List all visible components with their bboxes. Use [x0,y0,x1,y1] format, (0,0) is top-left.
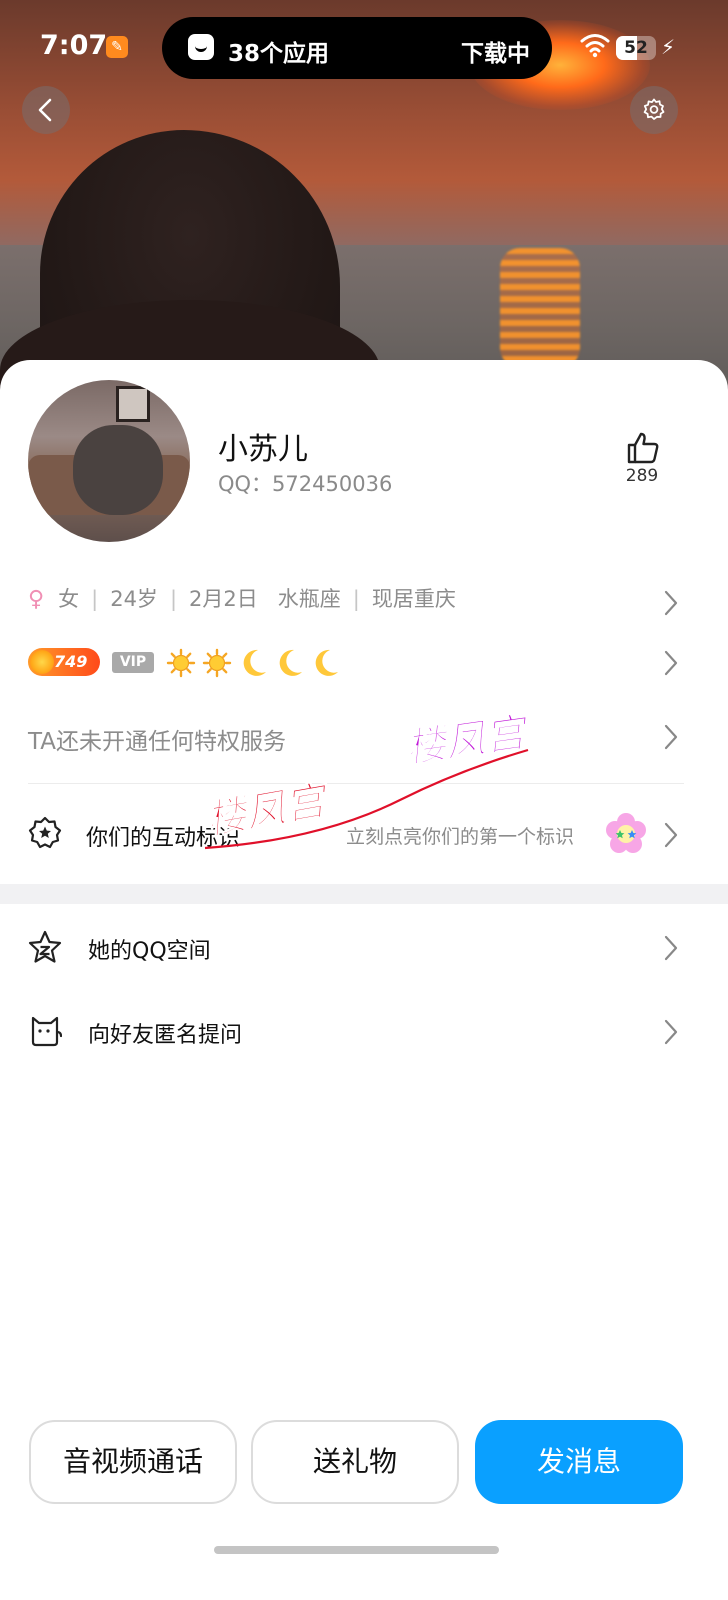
status-time: 7:07 [40,30,108,61]
like-count: 289 [625,466,659,486]
vip-badge: VIP [112,652,154,673]
home-indicator[interactable] [214,1546,499,1554]
chevron-right-icon[interactable] [663,650,679,676]
sun-icon [166,648,196,678]
wifi-icon [580,34,610,58]
profile-card [0,360,728,1600]
location: 现居重庆 [371,587,456,611]
dynamic-island[interactable]: 38个应用 下载中 [162,17,552,79]
sun-icon [202,648,232,678]
badge-star-icon [28,816,62,849]
island-app-count: 38个应用 [228,41,330,67]
moon-icon [243,649,266,676]
app-store-icon [188,34,214,60]
chevron-right-icon[interactable] [663,822,679,848]
female-icon: ♀ [28,587,45,612]
coin-badge: 749 [28,648,100,676]
gender: 女 [58,587,80,611]
charging-bolt-icon: ⚡ [661,35,676,59]
separator: | [169,587,178,611]
qq-number: QQ：572450036 [218,472,393,496]
birthday: 2月2日 [189,587,258,611]
back-button[interactable] [22,86,70,134]
send-message-button[interactable]: 发消息 [475,1420,683,1504]
thumbs-up-icon[interactable] [626,432,660,464]
sun-reflection [500,248,580,368]
avatar-person [73,425,163,515]
send-gift-button[interactable]: 送礼物 [251,1420,459,1504]
avatar-wall-frame [116,386,150,422]
qzone-star-icon [28,930,62,963]
zodiac: 水瓶座 [277,587,341,611]
notification-app-icon: ✎ [106,36,128,58]
settings-button[interactable] [630,86,678,134]
avatar[interactable] [28,380,190,542]
personal-info-row[interactable]: ♀ 女 | 24岁 | 2月2日 水瓶座 | 现居重庆 [28,583,648,613]
menu-label: 向好友匿名提问 [88,1023,243,1048]
gear-icon [643,98,665,120]
moon-icon [315,649,338,676]
moon-icon [279,649,302,676]
island-status: 下载中 [461,41,530,67]
voice-video-call-button[interactable]: 音视频通话 [29,1420,237,1504]
anonymous-cat-icon [31,1016,62,1047]
chevron-left-icon [38,98,52,122]
profile-name: 小苏儿 [218,432,308,467]
separator: | [91,587,99,611]
age: 24岁 [110,587,158,611]
chevron-right-icon[interactable] [663,935,679,961]
menu-label: 她的QQ空间 [88,939,211,964]
battery-icon: 52 [616,36,656,60]
chevron-right-icon[interactable] [663,724,679,750]
flower-badge-icon [606,813,646,853]
chevron-right-icon[interactable] [663,1019,679,1045]
chevron-right-icon[interactable] [663,590,679,616]
battery-level: 52 [624,38,648,58]
section-gap [0,884,728,904]
separator: | [352,587,360,611]
